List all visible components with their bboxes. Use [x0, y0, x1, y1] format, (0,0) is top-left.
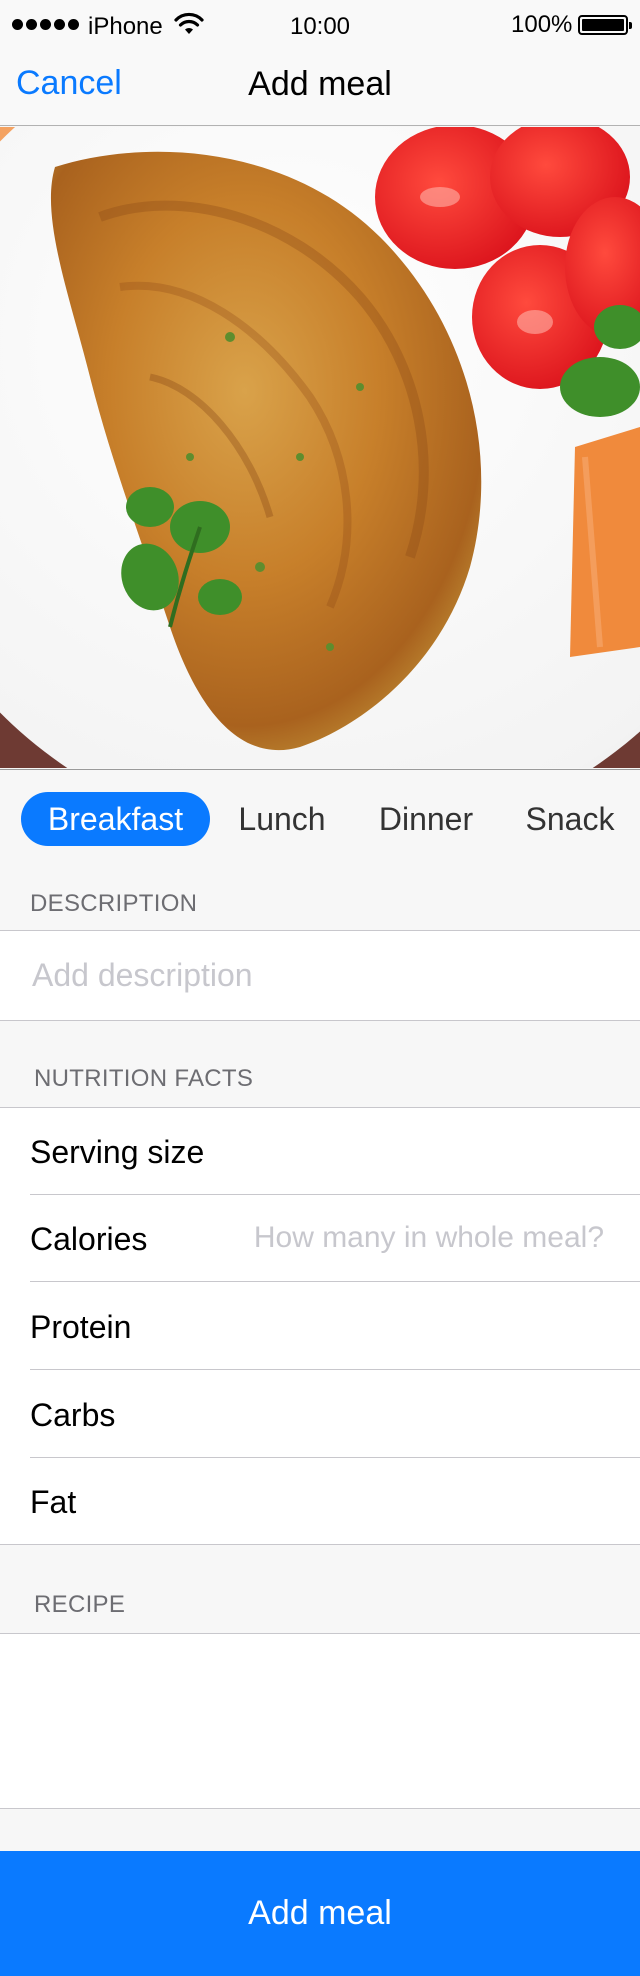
meal-photo[interactable]: [0, 127, 640, 768]
recipe-group: [0, 1633, 640, 1809]
protein-label: Protein: [30, 1309, 132, 1345]
serving-size-input[interactable]: [230, 1128, 604, 1174]
battery-percentage: 100%: [511, 11, 573, 38]
meal-type-dinner[interactable]: Dinner: [364, 792, 488, 846]
serving-size-label: Serving size: [30, 1134, 205, 1170]
meal-type-breakfast[interactable]: Breakfast: [21, 792, 210, 846]
battery-icon: [578, 15, 632, 35]
recipe-header: RECIPE: [34, 1591, 126, 1618]
fat-input[interactable]: [230, 1478, 604, 1524]
protein-input[interactable]: [230, 1303, 604, 1349]
description-header: DESCRIPTION: [30, 890, 198, 917]
carbs-input[interactable]: [230, 1391, 604, 1437]
fat-label: Fat: [30, 1484, 77, 1520]
meal-type-snack[interactable]: Snack: [508, 792, 632, 846]
calories-label: Calories: [30, 1221, 148, 1257]
nutrition-row-serving-size[interactable]: Serving size: [30, 1108, 640, 1195]
nutrition-row-protein[interactable]: Protein: [30, 1283, 640, 1370]
recipe-input[interactable]: [30, 1648, 610, 1798]
nutrition-row-calories[interactable]: Calories: [30, 1195, 640, 1282]
nutrition-row-fat[interactable]: Fat: [30, 1458, 640, 1545]
meal-type-selector: Breakfast Lunch Dinner Snack: [0, 769, 640, 866]
omelette-illustration: [0, 127, 640, 768]
navigation-bar: Cancel Add meal: [0, 52, 640, 126]
meal-type-lunch[interactable]: Lunch: [222, 792, 342, 846]
status-bar: iPhone 10:00 100%: [0, 0, 640, 52]
nutrition-row-carbs[interactable]: Carbs: [30, 1371, 640, 1458]
description-group: [0, 930, 640, 1021]
nutrition-group: Serving size Calories Protein Carbs Fat: [0, 1107, 640, 1545]
carbs-label: Carbs: [30, 1397, 116, 1433]
calories-input[interactable]: [230, 1215, 604, 1261]
nutrition-header: NUTRITION FACTS: [34, 1065, 254, 1092]
description-input[interactable]: [32, 953, 612, 997]
add-meal-button[interactable]: Add meal: [0, 1851, 640, 1976]
page-title: Add meal: [248, 65, 392, 103]
